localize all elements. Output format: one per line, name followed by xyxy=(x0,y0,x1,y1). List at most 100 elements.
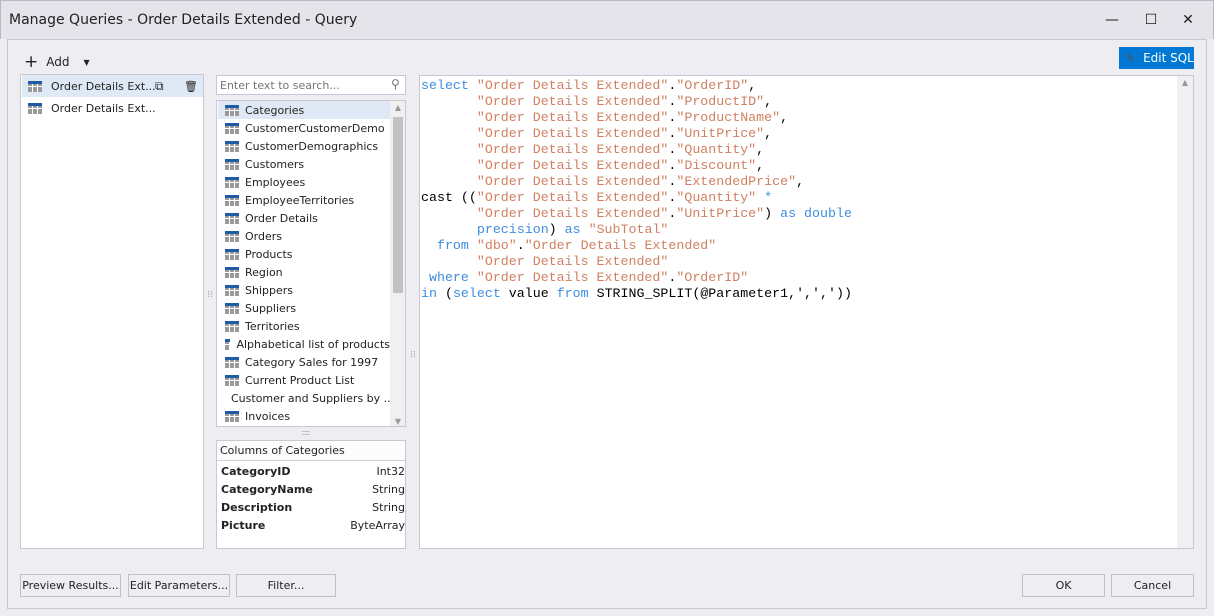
pencil-icon: ✎ xyxy=(1125,51,1136,65)
sql-string: "Order Details Extended" xyxy=(476,174,669,189)
sql-string: "Order Details Extended" xyxy=(476,206,669,221)
query-item[interactable]: Order Details Ext... ⧉ 🗑 xyxy=(22,75,203,97)
table-item[interactable]: Categories xyxy=(218,101,390,119)
table-item[interactable]: Customer and Suppliers by ... xyxy=(218,389,390,407)
sql-token: , xyxy=(756,142,765,157)
sql-line: "Order Details Extended"."Quantity", xyxy=(421,142,1193,158)
table-item[interactable]: Alphabetical list of products xyxy=(218,335,390,353)
table-icon xyxy=(225,356,239,368)
table-item[interactable]: Customers xyxy=(218,155,390,173)
sql-string: "Order Details Extended" xyxy=(476,158,669,173)
table-item[interactable]: Order Details xyxy=(218,209,390,227)
sql-string: "Order Details Extended" xyxy=(476,254,669,269)
scrollbar[interactable]: ▲ ▼ xyxy=(390,101,405,426)
cancel-button[interactable]: Cancel xyxy=(1111,574,1194,597)
minimize-button[interactable]: — xyxy=(1097,9,1127,31)
sql-string: "UnitPrice" xyxy=(676,206,765,221)
plus-icon: + xyxy=(24,52,39,72)
table-item[interactable]: Region xyxy=(218,263,390,281)
table-item[interactable]: CustomerCustomerDemo xyxy=(218,119,390,137)
scroll-down-icon[interactable]: ▼ xyxy=(390,417,405,426)
sql-line: in (select value from STRING_SPLIT(@Para… xyxy=(421,286,1193,302)
edit-parameters-button[interactable]: Edit Parameters... xyxy=(128,574,230,597)
table-label: Products xyxy=(245,247,293,261)
table-item[interactable]: Employees xyxy=(218,173,390,191)
dropdown-arrow-icon[interactable]: ▼ xyxy=(83,58,89,67)
columns-header: Columns of Categories xyxy=(217,441,405,461)
search-icon[interactable]: ⚲ xyxy=(391,77,400,91)
sql-text[interactable]: select "Order Details Extended". "OrderID… xyxy=(420,76,1193,302)
table-label: Suppliers xyxy=(245,301,297,315)
table-item[interactable]: CustomerDemographics xyxy=(218,137,390,155)
sql-line: "Order Details Extended" xyxy=(421,254,1193,270)
sql-keyword: select xyxy=(421,78,477,93)
maximize-button[interactable]: ☐ xyxy=(1136,9,1166,31)
sql-token: , xyxy=(764,126,773,141)
sql-string: "Order Details Extended" xyxy=(476,190,669,205)
sql-string: "ProductID" xyxy=(676,94,765,109)
sql-string: "Order Details Extended" xyxy=(476,94,669,109)
copy-icon[interactable]: ⧉ xyxy=(155,79,164,94)
sql-string: "Quantity" xyxy=(676,142,757,157)
table-item[interactable]: EmployeeTerritories xyxy=(218,191,390,209)
table-item[interactable]: Orders xyxy=(218,227,390,245)
table-item[interactable]: Shippers xyxy=(218,281,390,299)
delete-icon[interactable]: 🗑 xyxy=(184,80,198,93)
table-search-input[interactable] xyxy=(216,75,406,95)
scrollbar-thumb[interactable] xyxy=(393,117,403,293)
sql-line: "Order Details Extended"."ExtendedPrice"… xyxy=(421,174,1193,190)
sql-token: , xyxy=(796,174,805,189)
scroll-up-icon[interactable]: ▲ xyxy=(390,101,405,115)
table-icon xyxy=(225,374,239,386)
scroll-up-icon[interactable]: ▲ xyxy=(1177,76,1193,90)
query-label: Order Details Ext... xyxy=(51,79,156,93)
sql-string: "Order Details Extended" xyxy=(524,238,717,253)
splitter-handle[interactable]: :::: xyxy=(409,350,418,357)
table-icon xyxy=(225,338,231,350)
table-item[interactable]: Invoices xyxy=(218,407,390,425)
preview-results-button[interactable]: Preview Results... xyxy=(20,574,121,597)
table-item[interactable]: Products xyxy=(218,245,390,263)
splitter-handle[interactable]: ::::: xyxy=(301,428,311,437)
column-name: Picture xyxy=(221,518,266,532)
sql-string: "UnitPrice" xyxy=(676,126,765,141)
column-type: ByteArray xyxy=(350,518,405,532)
sql-string: "Order Details Extended" xyxy=(476,270,669,285)
table-icon xyxy=(225,248,239,260)
editor-scrollbar[interactable]: ▲ xyxy=(1177,76,1193,548)
edit-sql-button[interactable]: ✎ Edit SQL xyxy=(1119,47,1194,69)
ok-button[interactable]: OK xyxy=(1022,574,1105,597)
sql-string: "Order Details Extended" xyxy=(476,110,669,125)
table-label: Territories xyxy=(245,319,300,333)
table-label: Current Product List xyxy=(245,373,355,387)
table-icon xyxy=(225,158,239,170)
table-icon xyxy=(225,104,239,116)
table-item[interactable]: Current Product List xyxy=(218,371,390,389)
table-item[interactable]: Category Sales for 1997 xyxy=(218,353,390,371)
sql-token: cast (( xyxy=(421,190,477,205)
table-item[interactable]: Territories xyxy=(218,317,390,335)
add-button[interactable]: + Add ▼ xyxy=(24,52,90,72)
sql-token: value xyxy=(508,286,557,301)
sql-string: "SubTotal" xyxy=(588,222,669,237)
table-item[interactable]: Suppliers xyxy=(218,299,390,317)
filter-button[interactable]: Filter... xyxy=(236,574,336,597)
close-button[interactable]: ✕ xyxy=(1173,9,1203,31)
table-icon xyxy=(225,122,239,134)
column-name: Description xyxy=(221,500,293,514)
sql-string: "Order Details Extended" xyxy=(476,78,669,93)
query-icon xyxy=(28,102,42,114)
sql-editor[interactable]: select "Order Details Extended". "OrderID… xyxy=(419,75,1194,549)
sql-token: , xyxy=(748,78,757,93)
table-label: Employees xyxy=(245,175,306,189)
query-item[interactable]: Order Details Ext... xyxy=(22,97,203,119)
table-icon xyxy=(225,212,239,224)
splitter-handle[interactable]: :::: xyxy=(206,290,215,297)
add-label: Add xyxy=(46,55,70,69)
table-icon xyxy=(225,320,239,332)
sql-keyword: * xyxy=(756,190,773,205)
